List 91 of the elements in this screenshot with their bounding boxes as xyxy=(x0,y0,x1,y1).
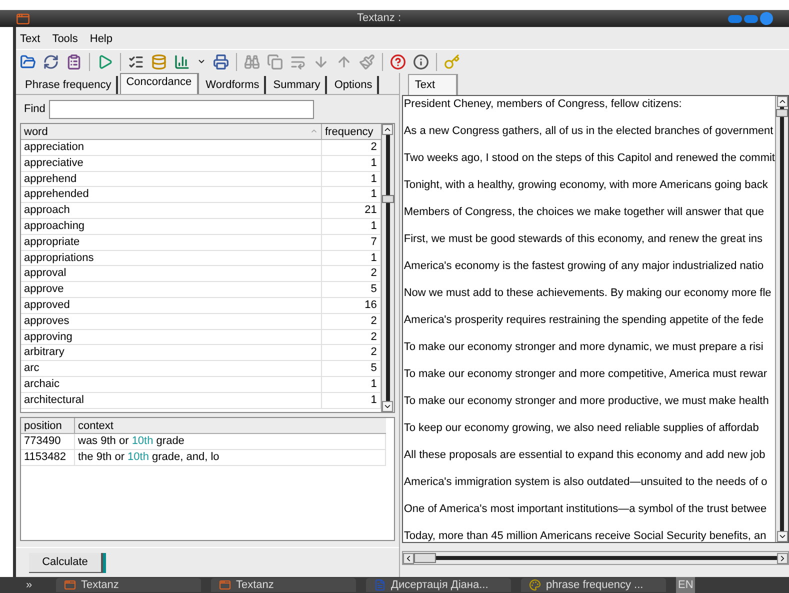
help-icon[interactable] xyxy=(390,54,406,70)
horizontal-scrollbar[interactable] xyxy=(402,551,789,565)
scroll-down-icon[interactable] xyxy=(776,531,788,542)
printer-icon[interactable] xyxy=(213,54,229,70)
scrollbar-thumb[interactable] xyxy=(414,553,436,563)
table-cell: appreciation xyxy=(21,140,322,156)
column-header[interactable]: context xyxy=(75,418,386,433)
table-cell: appropriations xyxy=(21,250,322,266)
scrollbar-track[interactable] xyxy=(436,556,777,560)
text-line: Members of Congress, the choices we make together will answer that que xyxy=(404,206,764,218)
table-cell: 773490 xyxy=(21,434,75,450)
checklist-icon[interactable] xyxy=(128,54,144,70)
scroll-up-icon[interactable] xyxy=(382,124,394,135)
menu-item[interactable]: Help xyxy=(90,30,112,48)
close-button[interactable] xyxy=(760,12,773,25)
tab[interactable]: Concordance xyxy=(120,73,199,94)
tab[interactable]: Phrase frequency xyxy=(20,76,118,94)
taskbar-button[interactable]: phrase frequency ... xyxy=(521,578,666,592)
minimize-button[interactable] xyxy=(728,14,742,22)
column-header[interactable]: position xyxy=(21,418,75,433)
table-cell: approaching xyxy=(21,218,322,235)
scrollbar-thumb[interactable] xyxy=(776,109,788,117)
maximize-button[interactable] xyxy=(744,14,758,22)
calculate-button[interactable]: Calculate xyxy=(29,553,103,573)
clipboard-icon[interactable] xyxy=(66,54,82,70)
text-line: Today, more than 45 million Americans receive Social Security benefits, an xyxy=(404,530,766,542)
table-cell: 1153482 xyxy=(21,450,75,466)
table-cell: apprehend xyxy=(21,172,322,188)
scroll-down-icon[interactable] xyxy=(382,401,394,412)
table-cell: approach xyxy=(21,203,322,219)
dropdown-icon[interactable] xyxy=(197,57,206,66)
tab[interactable]: Wordforms xyxy=(200,76,266,94)
folder-icon[interactable] xyxy=(20,54,36,70)
taskbar-more[interactable]: » xyxy=(26,577,46,593)
scroll-left-icon[interactable] xyxy=(402,552,414,564)
app-icon xyxy=(64,579,76,591)
taskbar-button[interactable]: Дисертація Діана... xyxy=(366,578,511,592)
refresh-icon[interactable] xyxy=(43,54,59,70)
find-label: Find xyxy=(24,102,46,117)
palette-icon xyxy=(529,579,541,591)
table-cell: approves xyxy=(21,314,322,330)
text-line: Tonight, with a healthy, growing economy, with more Americans going back xyxy=(404,179,768,191)
text-line: One of America's most important institutions—a symbol of the trust betwee xyxy=(404,503,767,515)
table-cell: archaic xyxy=(21,376,322,393)
column-header[interactable]: frequency xyxy=(322,124,381,139)
table-cell: architectural xyxy=(21,392,322,409)
app-icon xyxy=(16,12,30,26)
text-line: President Cheney, members of Congress, fellow citizens: xyxy=(404,98,682,110)
scroll-right-icon[interactable] xyxy=(777,552,788,564)
text-line: America's immigration system is also outdated—unsuited to the needs of o xyxy=(404,476,768,488)
table-cell: appreciative xyxy=(21,156,322,172)
window-title: Textanz : xyxy=(356,11,402,26)
table-cell: appropriate xyxy=(21,234,322,251)
taskbar-button[interactable]: Textanz xyxy=(211,578,356,592)
tab[interactable]: Options xyxy=(329,76,380,94)
table-cell: approval xyxy=(21,266,322,282)
text-line: To make our economy stronger and more competitive, America must rewar xyxy=(404,368,767,380)
table-cell: approve xyxy=(21,282,322,298)
text-line: All these proposals are essential to expand this economy and add new job xyxy=(404,449,766,461)
app-icon xyxy=(219,579,231,591)
document-icon xyxy=(374,579,386,591)
database-icon[interactable] xyxy=(151,54,167,70)
text-line: As a new Congress gathers, all of us in the elected branches of government xyxy=(404,125,774,137)
table-cell: apprehended xyxy=(21,187,322,204)
text-line: Now we must add to these achievements. By making our economy more fle xyxy=(404,287,772,299)
text-line: To make our economy stronger and more productive, we must make health xyxy=(404,395,769,407)
tab[interactable]: Text xyxy=(408,74,458,95)
find-field[interactable] xyxy=(49,100,314,118)
taskbar-button[interactable]: Textanz xyxy=(56,578,201,592)
menu-item[interactable]: Tools xyxy=(52,30,78,48)
table-cell: approving xyxy=(21,330,322,346)
play-icon[interactable] xyxy=(97,54,113,70)
sort-icon xyxy=(310,127,318,135)
table-cell: the 9th or 10th grade, and, lo xyxy=(75,450,386,466)
scroll-up-icon[interactable] xyxy=(776,96,788,107)
table-cell: arbitrary xyxy=(21,345,322,362)
table-cell: was 9th or 10th grade xyxy=(75,434,386,450)
info-icon[interactable] xyxy=(413,54,429,70)
text-line: America's economy is the fastest growing of any major industrialized natio xyxy=(404,260,764,272)
text-line: To make our economy stronger and more dynamic, we must prepare a risi xyxy=(404,341,764,353)
text-line: America's prosperity requires restraining the spending appetite of the fede xyxy=(404,314,764,326)
menu-item[interactable]: Text xyxy=(20,30,40,48)
column-header[interactable]: word xyxy=(21,124,322,139)
table-cell: arc xyxy=(21,361,322,377)
scrollbar-thumb[interactable] xyxy=(382,195,394,203)
text-line: First, we must be good stewards of this economy, and renew the great ins xyxy=(404,233,763,245)
text-line: To keep our economy growing, we also need reliable supplies of affordab xyxy=(404,422,759,434)
table-cell: approved xyxy=(21,298,322,314)
bar-chart-icon[interactable] xyxy=(174,54,190,70)
text-line: Two weeks ago, I stood on the steps of this Capitol and renewed the commit xyxy=(404,152,775,164)
tab[interactable]: Summary xyxy=(268,76,328,94)
